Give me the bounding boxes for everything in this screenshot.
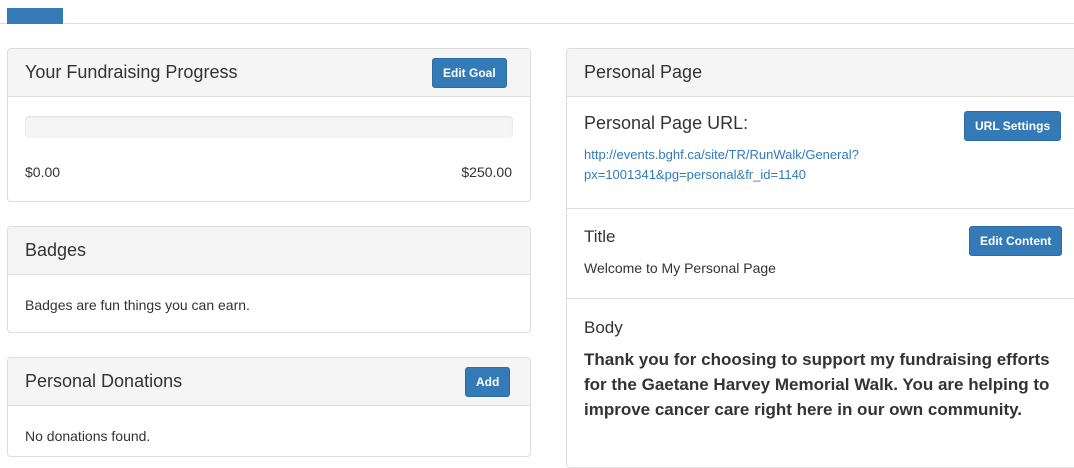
amount-raised: $0.00 [25, 164, 61, 180]
url-settings-button[interactable]: URL Settings [964, 111, 1062, 141]
top-tab-strip [0, 0, 1074, 24]
personal-page-url-line-1: http://events.bghf.ca/site/TR/RunWalk/Ge… [584, 147, 859, 162]
edit-goal-button[interactable]: Edit Goal [432, 58, 507, 88]
personal-page-url-link[interactable]: http://events.bghf.ca/site/TR/RunWalk/Ge… [584, 145, 859, 185]
no-donations-text: No donations found. [25, 428, 151, 444]
personal-page-title: Personal Page [584, 62, 703, 82]
fundraising-progress-heading: Your Fundraising Progress Edit Goal [8, 49, 530, 97]
fundraising-goal-amount: $250.00 [461, 164, 512, 180]
personal-donations-title: Personal Donations [25, 371, 183, 391]
active-tab[interactable] [7, 8, 63, 24]
fundraising-progress-bar [25, 116, 513, 138]
personal-page-url-section: Personal Page URL: URL Settings http://e… [567, 97, 1074, 209]
badges-heading: Badges [8, 227, 530, 275]
badges-panel: Badges Badges are fun things you can ear… [7, 226, 531, 333]
page-body-text: Thank you for choosing to support my fun… [584, 350, 1050, 419]
personal-page-panel: Personal Page Personal Page URL: URL Set… [566, 48, 1074, 468]
personal-page-url-line-2: px=1001341&pg=personal&fr_id=1140 [584, 167, 807, 182]
fundraising-progress-title: Your Fundraising Progress [25, 62, 238, 82]
personal-page-heading: Personal Page [567, 49, 1074, 97]
title-label: Title [584, 227, 616, 246]
page-title-value: Welcome to My Personal Page [584, 260, 776, 276]
personal-donations-heading: Personal Donations Add [8, 358, 530, 406]
badges-description: Badges are fun things you can earn. [25, 297, 250, 313]
personal-page-title-section: Title Edit Content Welcome to My Persona… [567, 209, 1074, 299]
edit-content-button[interactable]: Edit Content [969, 226, 1063, 256]
add-donation-button[interactable]: Add [465, 367, 511, 397]
body-label: Body [584, 318, 623, 337]
badges-title: Badges [25, 240, 87, 260]
personal-donations-panel: Personal Donations Add No donations foun… [7, 357, 531, 457]
personal-page-body-section: Body Thank you for choosing to support m… [567, 299, 1074, 467]
personal-page-url-label: Personal Page URL: [584, 113, 749, 133]
fundraising-progress-panel: Your Fundraising Progress Edit Goal $0.0… [7, 48, 531, 202]
